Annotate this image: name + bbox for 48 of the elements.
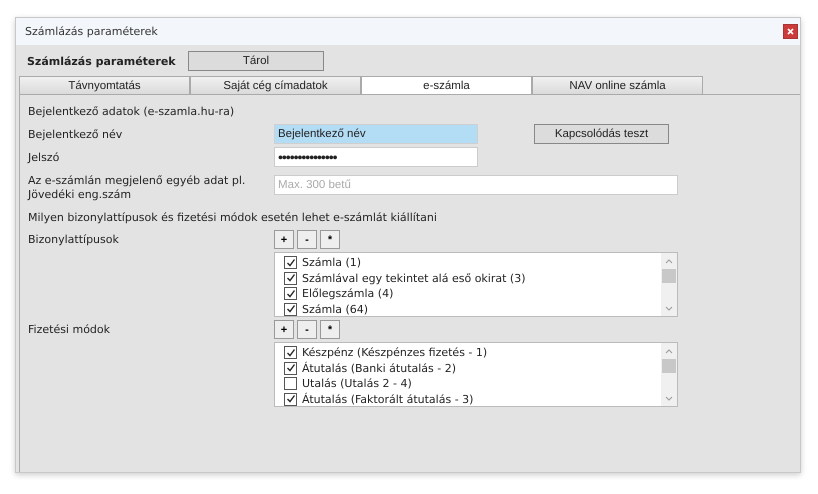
tab[interactable]: Távnyomtatás xyxy=(19,76,190,94)
list-action-button[interactable]: - xyxy=(297,320,317,339)
list-item[interactable]: Számlával egy tekintet alá eső okirat (3) xyxy=(284,272,661,285)
save-button[interactable]: Tárol xyxy=(188,51,324,71)
list-label: Fizetési módok xyxy=(28,323,112,336)
section-title: Számlázás paraméterek xyxy=(27,54,177,68)
tab[interactable]: e-számla xyxy=(361,76,532,94)
list-action-button[interactable]: - xyxy=(297,230,317,249)
list-item[interactable]: Készpénz (Készpénzes fizetés - 1) xyxy=(284,346,661,360)
list-action-button[interactable]: * xyxy=(320,320,340,339)
checkbox[interactable] xyxy=(284,256,297,270)
list-item[interactable]: Átutalás (Faktorált átutalás - 3) xyxy=(284,392,661,406)
check-icon xyxy=(286,363,296,374)
field-label: Az e-számlán megjelenő egyéb adat pl. Jövedéki eng.szám xyxy=(28,173,246,202)
list-item[interactable]: Előlegszámla (4) xyxy=(284,287,661,300)
checkbox[interactable] xyxy=(284,346,297,360)
checkbox[interactable] xyxy=(284,287,297,300)
field-label: Jelszó xyxy=(28,150,60,164)
field-label: Bejelentkező név xyxy=(28,128,124,140)
question-text: Milyen bizonylattípusok és fizetési módok esetén lehet e-számlát kiállítani xyxy=(28,210,438,226)
login-heading: Bejelentkező adatok (e-szamla.hu-ra) xyxy=(28,105,236,120)
checkbox[interactable] xyxy=(284,392,297,406)
close-icon xyxy=(787,28,794,35)
list-action-button[interactable]: + xyxy=(274,320,294,339)
list-item[interactable]: Számla (64) xyxy=(284,302,661,316)
checkbox[interactable] xyxy=(284,302,297,316)
check-icon xyxy=(286,288,296,299)
password-field[interactable]: ••••••••••••••• xyxy=(274,147,478,167)
list-label: Bizonylattípusok xyxy=(28,233,120,246)
check-icon xyxy=(286,258,296,268)
close-button[interactable] xyxy=(783,24,798,39)
connection-test-button[interactable]: Kapcsolódás teszt xyxy=(534,124,669,144)
check-icon xyxy=(286,394,296,404)
checkbox[interactable] xyxy=(284,377,297,390)
checkbox[interactable] xyxy=(284,362,297,375)
username-field[interactable]: Bejelentkező név xyxy=(274,124,478,144)
list-action-button[interactable]: + xyxy=(274,230,294,249)
tab[interactable]: Saját cég címadatok xyxy=(190,76,361,94)
list-item[interactable]: Utalás (Utalás 2 - 4) xyxy=(284,377,661,390)
list-item[interactable]: Számla (1) xyxy=(284,256,661,270)
check-icon xyxy=(286,348,296,358)
check-icon xyxy=(286,304,296,314)
checkbox[interactable] xyxy=(284,272,297,285)
check-icon xyxy=(286,273,296,284)
list-item[interactable]: Átutalás (Banki átutalás - 2) xyxy=(284,362,661,375)
window-title: Számlázás paraméterek xyxy=(25,25,158,38)
tab[interactable]: NAV online számla xyxy=(532,76,703,94)
list-action-button[interactable]: * xyxy=(320,230,340,249)
